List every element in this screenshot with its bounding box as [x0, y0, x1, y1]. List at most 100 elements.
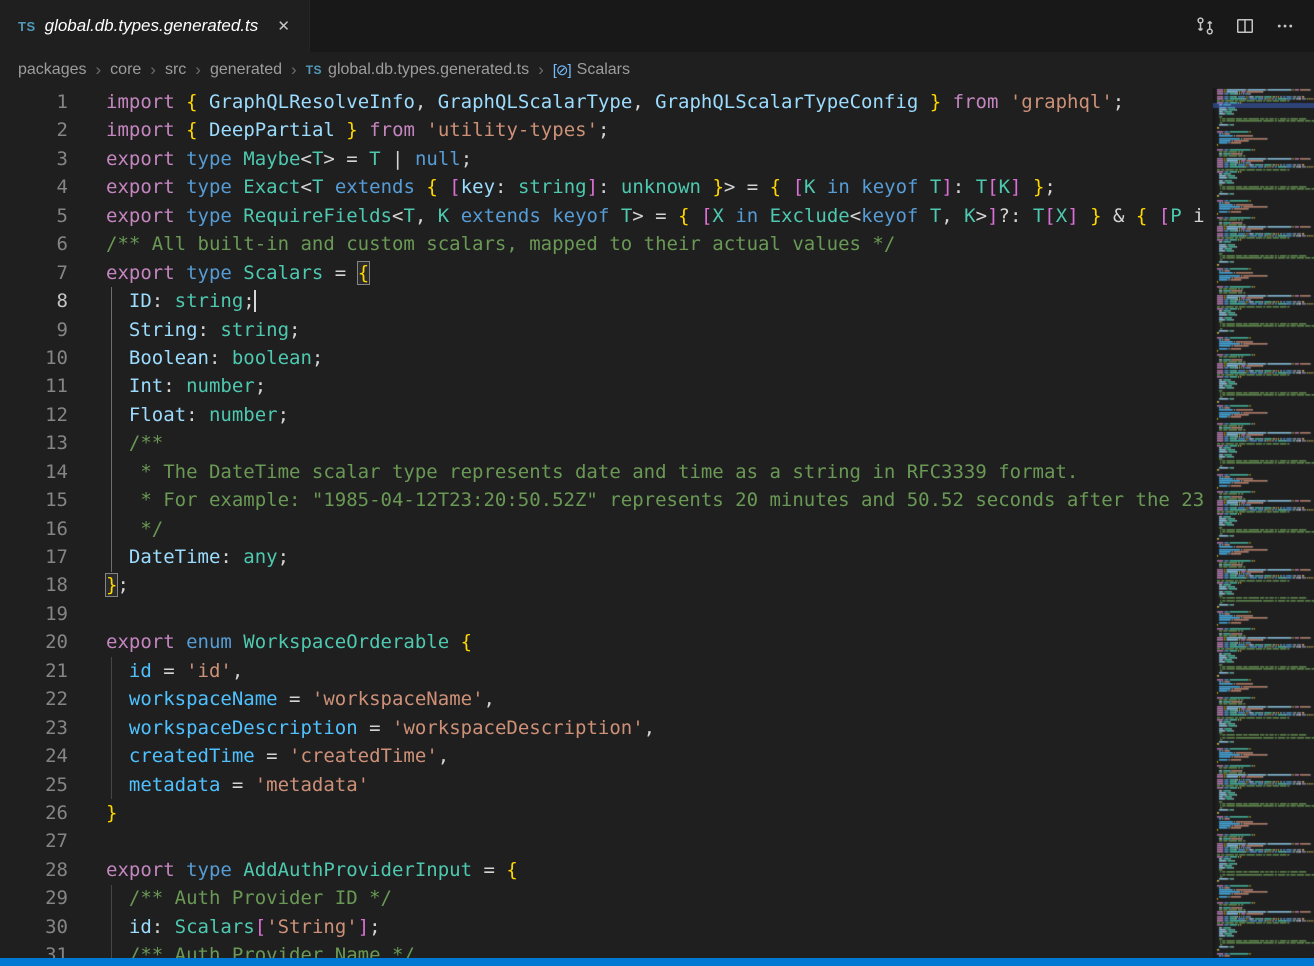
line-number[interactable]: 28	[0, 856, 90, 884]
breadcrumb-label: packages	[18, 61, 87, 79]
line-number[interactable]: 17	[0, 543, 90, 571]
editor-gutter: 1234567891011121314151617181920212223242…	[0, 88, 90, 958]
breadcrumb-item-src[interactable]: src	[165, 61, 186, 79]
chevron-right-icon: ›	[150, 60, 156, 80]
line-number[interactable]: 23	[0, 714, 90, 742]
breadcrumb-item-generated[interactable]: generated	[210, 61, 282, 79]
line-number[interactable]: 31	[0, 941, 90, 958]
line-number[interactable]: 20	[0, 628, 90, 656]
close-tab-icon[interactable]: ✕	[272, 14, 295, 38]
code-line[interactable]: id = 'id',	[90, 657, 1213, 685]
code-line[interactable]: export type RequireFields<T, K extends k…	[90, 202, 1213, 230]
breadcrumb-label: core	[110, 61, 141, 79]
typescript-file-icon: TS	[306, 63, 322, 77]
code-line[interactable]: /**	[90, 429, 1213, 457]
line-number[interactable]: 15	[0, 486, 90, 514]
line-number[interactable]: 3	[0, 145, 90, 173]
indent-guide	[111, 657, 112, 799]
typescript-file-icon: TS	[18, 19, 36, 34]
more-actions-icon[interactable]	[1272, 13, 1298, 39]
code-line[interactable]	[90, 600, 1213, 628]
line-number[interactable]: 21	[0, 657, 90, 685]
code-line[interactable]: export type Maybe<T> = T | null;	[90, 145, 1213, 173]
line-number[interactable]: 5	[0, 202, 90, 230]
code-line[interactable]: */	[90, 515, 1213, 543]
chevron-right-icon: ›	[538, 60, 544, 80]
line-number[interactable]: 30	[0, 913, 90, 941]
code-line[interactable]: import { GraphQLResolveInfo, GraphQLScal…	[90, 88, 1213, 116]
line-number[interactable]: 10	[0, 344, 90, 372]
breadcrumb-label: Scalars	[577, 61, 630, 79]
code-line[interactable]: export enum WorkspaceOrderable {	[90, 628, 1213, 656]
breadcrumb-item-core[interactable]: core	[110, 61, 141, 79]
code-line[interactable]: Float: number;	[90, 401, 1213, 429]
breadcrumb-item-scalars[interactable]: [⊘] Scalars	[553, 61, 630, 79]
line-number[interactable]: 7	[0, 259, 90, 287]
line-number[interactable]: 4	[0, 173, 90, 201]
line-number[interactable]: 12	[0, 401, 90, 429]
code-line[interactable]: * For example: "1985-04-12T23:20:50.52Z"…	[90, 486, 1213, 514]
chevron-right-icon: ›	[195, 60, 201, 80]
line-number[interactable]: 9	[0, 316, 90, 344]
line-number[interactable]: 8	[0, 287, 90, 315]
code-line[interactable]: }	[90, 799, 1213, 827]
breadcrumb-label: generated	[210, 61, 282, 79]
code-line[interactable]: Boolean: boolean;	[90, 344, 1213, 372]
line-number[interactable]: 14	[0, 458, 90, 486]
split-editor-icon[interactable]	[1232, 13, 1258, 39]
text-cursor	[254, 290, 256, 312]
tab-bar: TS global.db.types.generated.ts ✕	[0, 0, 1314, 52]
code-line[interactable]: DateTime: any;	[90, 543, 1213, 571]
line-number[interactable]: 1	[0, 88, 90, 116]
indent-guide	[111, 287, 112, 572]
code-line[interactable]: * The DateTime scalar type represents da…	[90, 458, 1213, 486]
line-number[interactable]: 27	[0, 827, 90, 855]
vscode-window: TS global.db.types.generated.ts ✕	[0, 0, 1314, 966]
code-line[interactable]: createdTime = 'createdTime',	[90, 742, 1213, 770]
code-line[interactable]: /** Auth Provider ID */	[90, 884, 1213, 912]
breadcrumb-item-packages[interactable]: packages	[18, 61, 87, 79]
code-line[interactable]	[90, 827, 1213, 855]
line-number[interactable]: 24	[0, 742, 90, 770]
breadcrumb: packages › core › src › generated › TS global.db.…	[0, 52, 1314, 88]
code-line[interactable]: String: string;	[90, 316, 1213, 344]
breadcrumb-label: global.db.types.generated.ts	[328, 61, 529, 79]
chevron-right-icon: ›	[96, 60, 102, 80]
code-line[interactable]: export type AddAuthProviderInput = {	[90, 856, 1213, 884]
line-number[interactable]: 26	[0, 799, 90, 827]
open-changes-icon[interactable]	[1192, 13, 1218, 39]
breadcrumb-item-global-db-types-generated-ts[interactable]: TS global.db.types.generated.ts	[306, 61, 529, 79]
code-line[interactable]: /** Auth Provider Name */	[90, 941, 1213, 958]
tab-label: global.db.types.generated.ts	[45, 16, 264, 36]
line-number[interactable]: 11	[0, 372, 90, 400]
minimap[interactable]	[1213, 88, 1314, 958]
code-line[interactable]: id: Scalars['String'];	[90, 913, 1213, 941]
breadcrumb-label: src	[165, 61, 186, 79]
code-line[interactable]: workspaceName = 'workspaceName',	[90, 685, 1213, 713]
line-number[interactable]: 22	[0, 685, 90, 713]
tab-global-db-types-generated-ts[interactable]: TS global.db.types.generated.ts ✕	[0, 0, 310, 52]
line-number[interactable]: 2	[0, 116, 90, 144]
indent-guide	[111, 885, 112, 958]
code-line[interactable]: };	[90, 571, 1213, 599]
code-line[interactable]: Int: number;	[90, 372, 1213, 400]
line-number[interactable]: 18	[0, 571, 90, 599]
code-line[interactable]: export type Exact<T extends { [key: stri…	[90, 173, 1213, 201]
line-number[interactable]: 16	[0, 515, 90, 543]
code-line[interactable]: export type Scalars = {	[90, 259, 1213, 287]
code-line[interactable]: /** All built-in and custom scalars, map…	[90, 230, 1213, 258]
code-area[interactable]: import { GraphQLResolveInfo, GraphQLScal…	[90, 88, 1213, 958]
code-line[interactable]: ID: string;	[90, 287, 1213, 315]
line-number[interactable]: 6	[0, 230, 90, 258]
code-line[interactable]: metadata = 'metadata'	[90, 771, 1213, 799]
symbol-type-icon: [⊘]	[553, 61, 571, 79]
tabbar-empty-space	[310, 0, 1176, 52]
code-line[interactable]: import { DeepPartial } from 'utility-typ…	[90, 116, 1213, 144]
line-number[interactable]: 25	[0, 771, 90, 799]
line-number[interactable]: 29	[0, 884, 90, 912]
line-number[interactable]: 19	[0, 600, 90, 628]
code-line[interactable]: workspaceDescription = 'workspaceDescrip…	[90, 714, 1213, 742]
line-number[interactable]: 13	[0, 429, 90, 457]
code-editor: 1234567891011121314151617181920212223242…	[0, 88, 1314, 958]
editor-actions	[1176, 0, 1314, 52]
